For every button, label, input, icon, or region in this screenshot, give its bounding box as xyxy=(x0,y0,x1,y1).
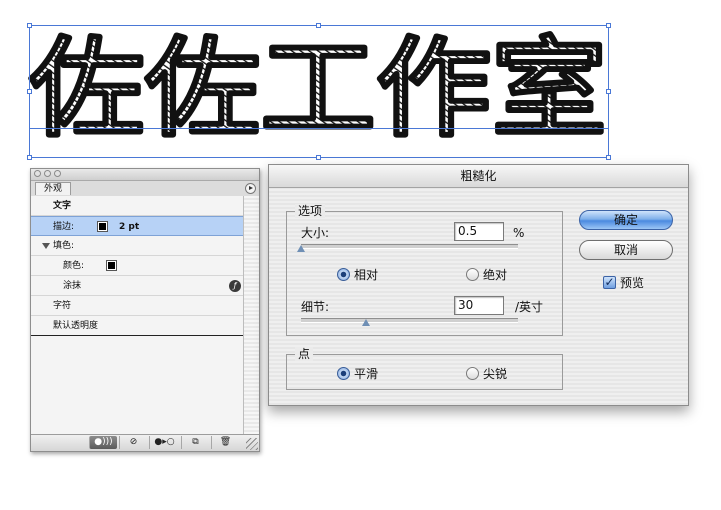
header-label: 文字 xyxy=(53,201,72,211)
minimize-button[interactable] xyxy=(44,170,51,177)
artboard: 佐佐工作室 xyxy=(0,0,721,165)
preview-checkbox[interactable]: ✓ 预览 xyxy=(603,274,644,291)
relative-radio-dot[interactable] xyxy=(337,268,350,281)
size-slider-track[interactable] xyxy=(301,244,518,249)
stroke-label: 描边: xyxy=(53,222,75,232)
appearance-attribute-list: 文字 描边: 2 pt 填色: 颜色: 涂抹 ƒ 字符 默认透明度 xyxy=(31,196,243,436)
list-item-fill[interactable]: 填色: xyxy=(31,236,243,256)
appearance-panel: 外观 文字 描边: 2 pt 填色: 颜色: 涂抹 ƒ 字符 默认透明度 ●))… xyxy=(30,168,260,452)
close-button[interactable] xyxy=(34,170,41,177)
absolute-label: 绝对 xyxy=(483,268,508,282)
list-item-scribble[interactable]: 涂抹 ƒ xyxy=(31,276,243,296)
checkmark-icon[interactable]: ✓ xyxy=(603,276,616,289)
selection-handle[interactable] xyxy=(316,23,321,28)
default-opacity-label: 默认透明度 xyxy=(53,321,99,331)
size-label: 大小: xyxy=(301,226,330,240)
preview-label: 预览 xyxy=(620,276,645,290)
smooth-label: 平滑 xyxy=(354,367,379,381)
selection-handle[interactable] xyxy=(27,155,32,160)
fill-label: 填色: xyxy=(53,241,75,251)
smooth-radio[interactable]: 平滑 xyxy=(337,365,378,382)
corner-label: 尖锐 xyxy=(483,367,508,381)
options-group: 选项 大小: 0.5 % 相对 绝对 细节: 30 /英寸 xyxy=(286,204,563,336)
relative-label: 相对 xyxy=(354,268,379,282)
roughen-dialog: 粗糙化 选项 大小: 0.5 % 相对 绝对 细节: 30 /英寸 点 平滑 尖… xyxy=(268,164,689,406)
list-item-fill-color[interactable]: 颜色: xyxy=(31,256,243,276)
panel-scrollbar[interactable] xyxy=(243,196,259,436)
fill-color-label: 颜色: xyxy=(63,261,85,271)
selection-bounding-box xyxy=(29,25,609,158)
size-unit: % xyxy=(513,226,525,240)
reduce-to-basic-appearance-button[interactable]: ●▸○ xyxy=(149,436,179,449)
detail-slider-track[interactable] xyxy=(301,318,518,323)
options-group-legend: 选项 xyxy=(295,204,326,218)
panel-tabbar: 外观 xyxy=(31,181,259,197)
corner-radio-dot[interactable] xyxy=(466,367,479,380)
list-item-characters[interactable]: 字符 xyxy=(31,296,243,316)
smooth-radio-dot[interactable] xyxy=(337,367,350,380)
new-art-maintains-appearance-button[interactable]: ●))) xyxy=(89,436,117,449)
selection-handle[interactable] xyxy=(606,89,611,94)
detail-input[interactable]: 30 xyxy=(454,296,504,315)
scribble-effect-label: 涂抹 xyxy=(63,281,82,291)
points-group-legend: 点 xyxy=(295,347,314,361)
points-group: 点 平滑 尖锐 xyxy=(286,347,563,390)
panel-menu-icon[interactable] xyxy=(245,183,256,194)
dialog-title: 粗糙化 xyxy=(269,165,688,188)
fill-color-swatch[interactable] xyxy=(106,260,117,271)
effect-fx-icon[interactable]: ƒ xyxy=(229,280,241,292)
list-item-header[interactable]: 文字 xyxy=(31,196,243,216)
selection-handle[interactable] xyxy=(27,89,32,94)
delete-item-button[interactable]: 🗑 xyxy=(211,436,239,449)
stroke-color-swatch[interactable] xyxy=(97,221,108,232)
duplicate-item-button[interactable]: ⧉ xyxy=(181,436,209,449)
disclosure-triangle-icon[interactable] xyxy=(42,243,50,249)
detail-unit: /英寸 xyxy=(515,300,544,314)
detail-label: 细节: xyxy=(301,300,330,314)
detail-slider-thumb[interactable] xyxy=(362,319,371,326)
absolute-radio[interactable]: 绝对 xyxy=(466,266,507,283)
text-baseline xyxy=(29,128,609,129)
list-item-stroke[interactable]: 描边: 2 pt xyxy=(31,216,243,236)
size-slider-thumb[interactable] xyxy=(297,245,305,252)
cancel-button[interactable]: 取消 xyxy=(579,240,673,260)
ok-button[interactable]: 确定 xyxy=(579,210,673,230)
panel-titlebar xyxy=(31,169,259,181)
selection-handle[interactable] xyxy=(606,155,611,160)
corner-radio[interactable]: 尖锐 xyxy=(466,365,507,382)
relative-radio[interactable]: 相对 xyxy=(337,266,378,283)
selection-handle[interactable] xyxy=(27,23,32,28)
list-item-default-opacity[interactable]: 默认透明度 xyxy=(31,316,243,336)
absolute-radio-dot[interactable] xyxy=(466,268,479,281)
selection-handle[interactable] xyxy=(316,155,321,160)
resize-grip-icon[interactable] xyxy=(246,438,258,450)
clear-appearance-button[interactable]: ⊘ xyxy=(119,436,147,449)
selection-handle[interactable] xyxy=(606,23,611,28)
panel-bottom-toolbar: ●))) ⊘ ●▸○ ⧉ 🗑 xyxy=(31,434,259,451)
characters-label: 字符 xyxy=(53,301,72,311)
tab-appearance[interactable]: 外观 xyxy=(35,182,72,195)
stroke-weight-value: 2 pt xyxy=(119,222,140,232)
zoom-button[interactable] xyxy=(54,170,61,177)
size-input[interactable]: 0.5 xyxy=(454,222,504,241)
